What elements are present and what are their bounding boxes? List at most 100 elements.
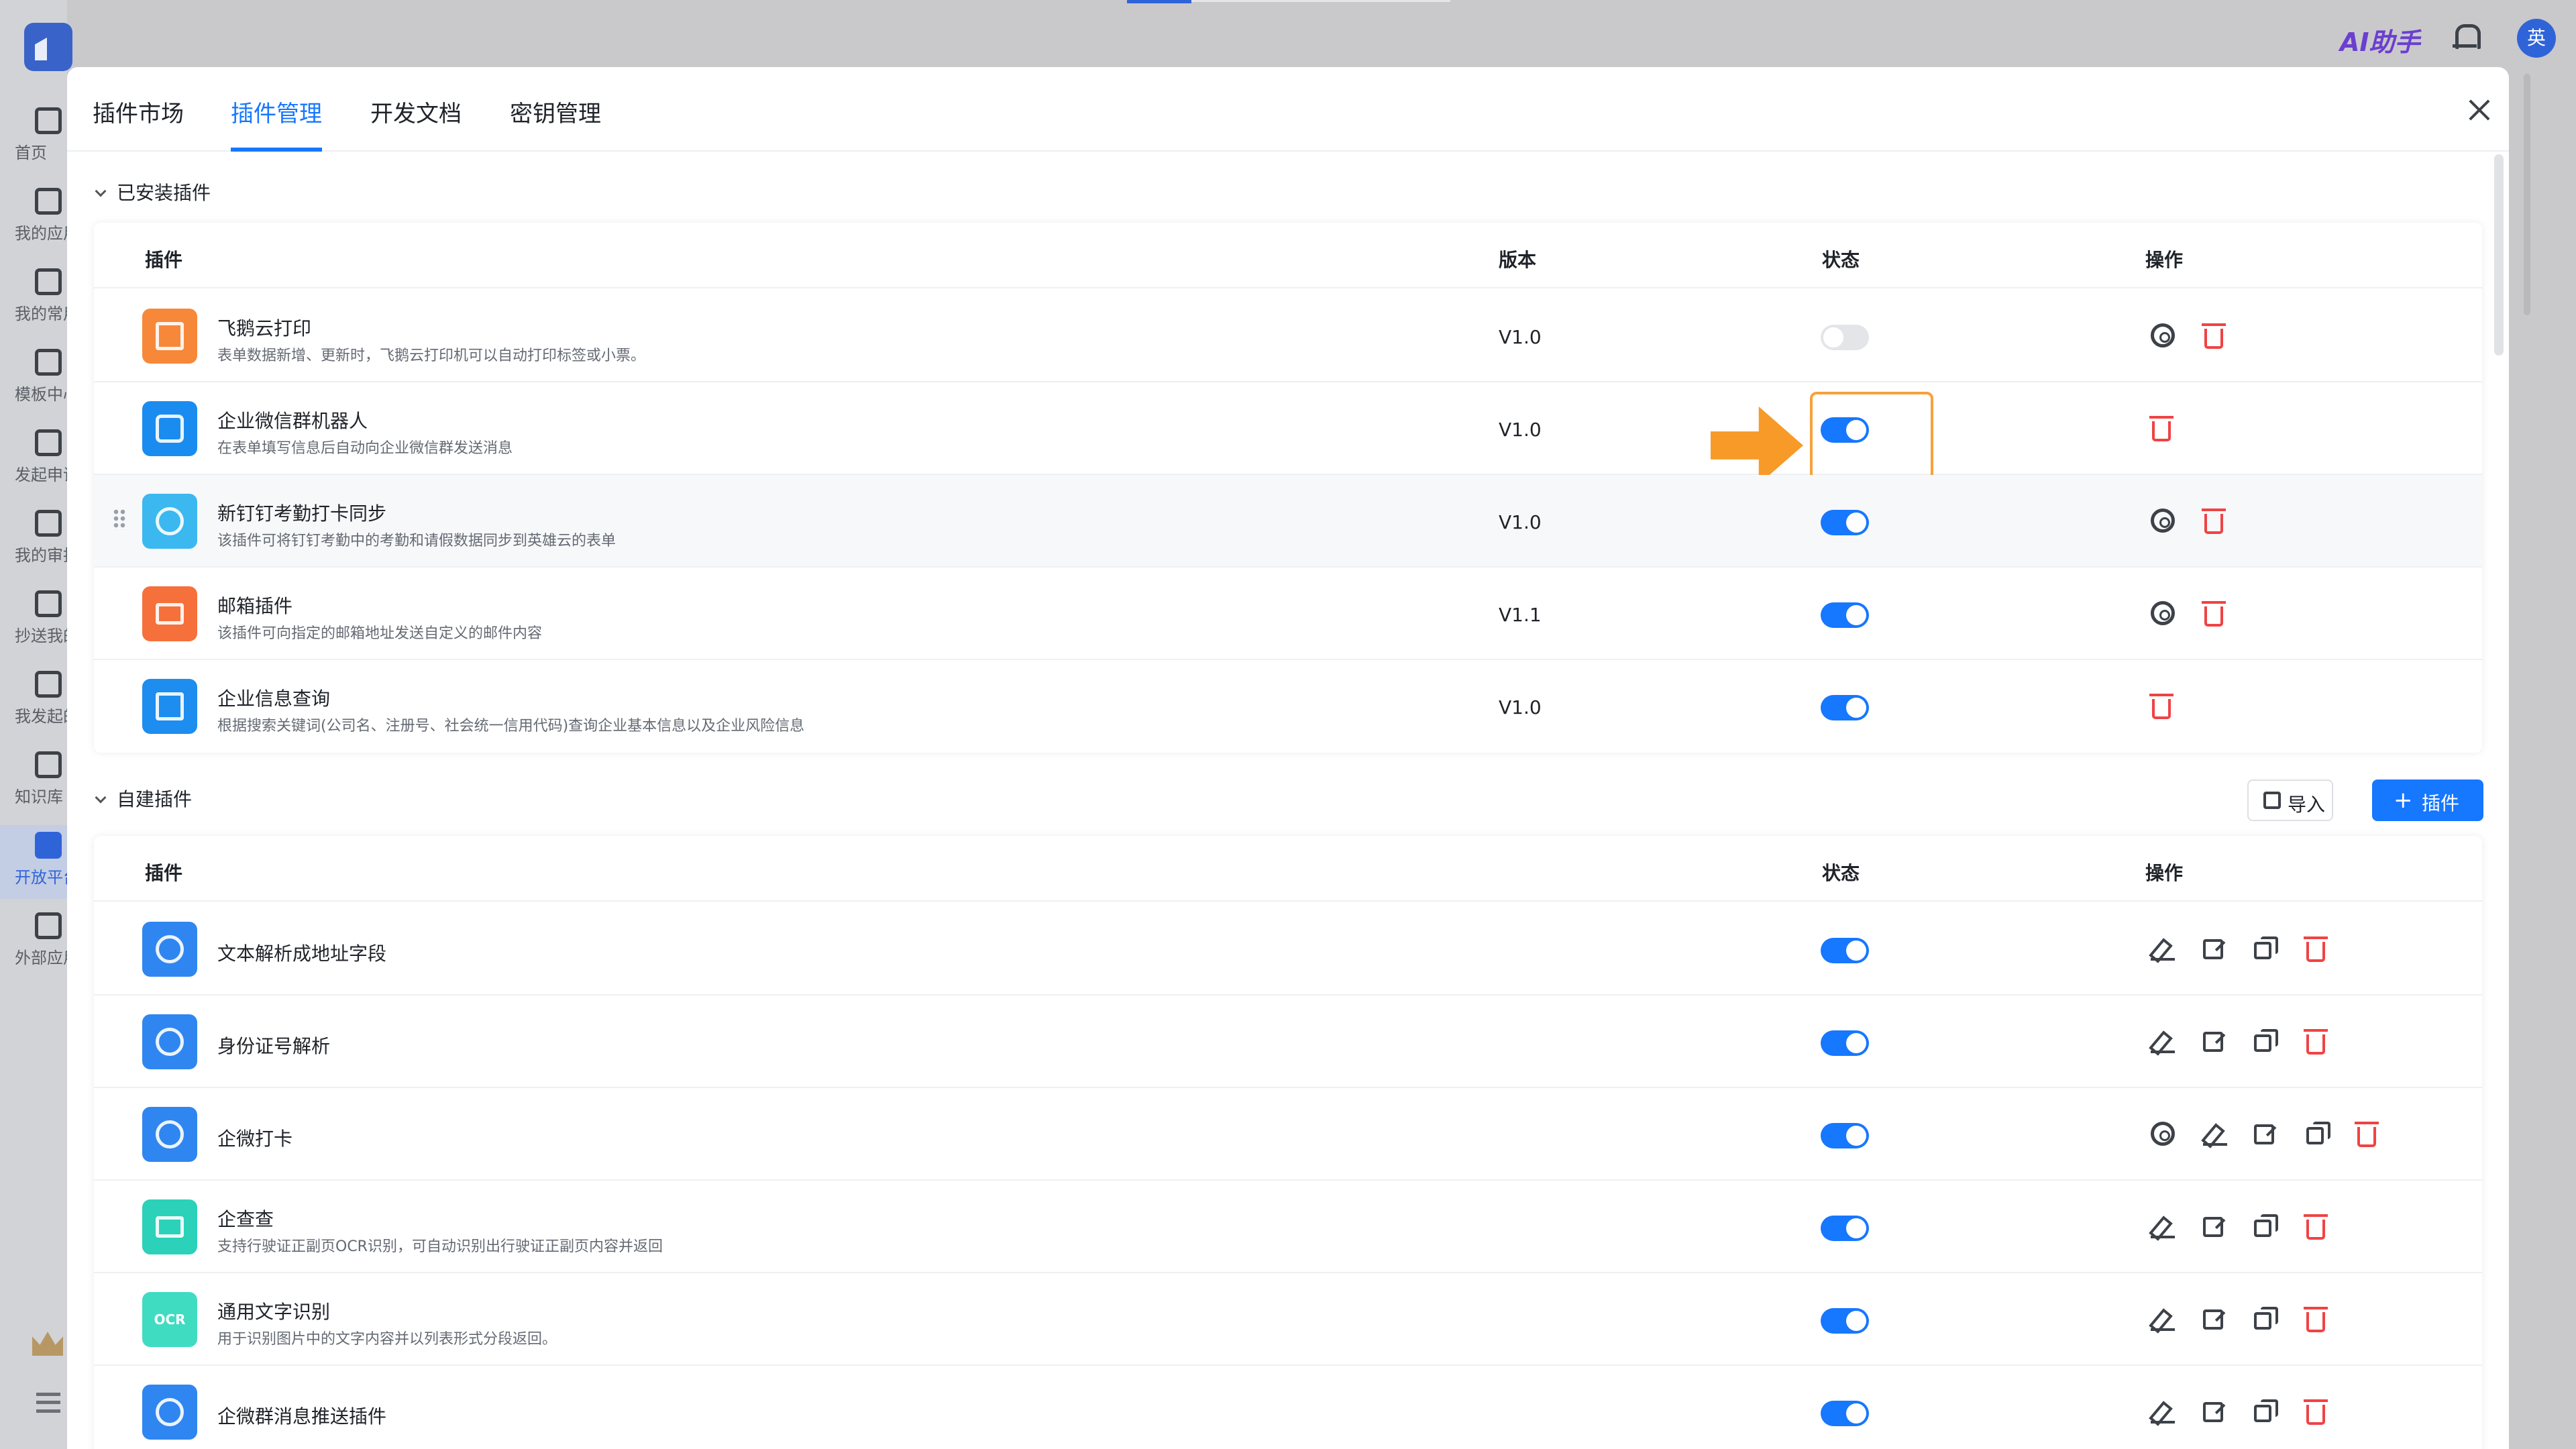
installed-section-toggle[interactable]: 已安装插件 — [95, 178, 211, 205]
status-toggle[interactable] — [1821, 695, 1869, 720]
plus-icon: + — [2394, 787, 2413, 814]
table-row[interactable]: 企查查 支持行驶证正副页OCR识别，可自动识别出行驶证正副页内容并返回 — [94, 1181, 2482, 1273]
settings-gear-icon[interactable] — [2151, 601, 2175, 625]
delete-trash-icon[interactable] — [2304, 1214, 2328, 1240]
sidebar-item-initiated[interactable]: 我发起的 — [0, 664, 67, 738]
copy-icon[interactable] — [2254, 1307, 2278, 1330]
plugin-modal: 插件市场 插件管理 开发文档 密钥管理 已安装插件 插件 版本 状态 操作 飞鹅… — [67, 67, 2509, 1449]
delete-trash-icon[interactable] — [2304, 1029, 2328, 1055]
delete-trash-icon[interactable] — [2304, 1399, 2328, 1425]
delete-trash-icon[interactable] — [2355, 1122, 2379, 1147]
delete-trash-icon[interactable] — [2304, 1307, 2328, 1332]
edit-icon[interactable] — [2151, 1307, 2175, 1331]
left-sidebar: 首页 我的应用 我的常用 模板中心 发起申请 我的审批 抄送我的 我发起的 知识… — [0, 0, 72, 1449]
edit-icon[interactable] — [2203, 1122, 2227, 1146]
external-link-icon[interactable] — [2203, 1309, 2223, 1330]
sidebar-item-home[interactable]: 首页 — [0, 101, 67, 174]
edit-icon[interactable] — [2151, 1399, 2175, 1424]
delete-trash-icon[interactable] — [2149, 694, 2174, 719]
printer-icon — [142, 309, 197, 364]
copy-icon[interactable] — [2306, 1122, 2330, 1144]
table-row[interactable]: 企微打卡 — [94, 1088, 2482, 1181]
copy-icon[interactable] — [2254, 936, 2278, 959]
sidebar-item-favorites[interactable]: 我的常用 — [0, 262, 67, 335]
delete-trash-icon[interactable] — [2304, 936, 2328, 962]
sidebar-item-open-platform[interactable]: 开放平台 — [0, 825, 67, 899]
collapse-menu-icon[interactable] — [36, 1393, 60, 1413]
settings-gear-icon[interactable] — [2151, 1122, 2175, 1146]
copy-icon[interactable] — [2254, 1399, 2278, 1422]
sidebar-item-my-apps[interactable]: 我的应用 — [0, 181, 67, 255]
status-toggle[interactable] — [1821, 602, 1869, 628]
mail-send-icon — [35, 429, 62, 456]
sidebar-item-label: 我发起的 — [15, 707, 67, 726]
plugin-description: 支持行驶证正副页OCR识别，可自动识别出行驶证正副页内容并返回 — [217, 1238, 663, 1255]
table-row[interactable]: 企微群消息推送插件 — [94, 1366, 2482, 1449]
sidebar-item-templates[interactable]: 模板中心 — [0, 342, 67, 416]
table-row[interactable]: 飞鹅云打印 表单数据新增、更新时，飞鹅云打印机可以自动打印标签或小票。 V1.0 — [94, 290, 2482, 382]
status-toggle[interactable] — [1821, 1030, 1869, 1056]
add-plugin-button[interactable]: + 插件 — [2372, 780, 2483, 821]
table-row[interactable]: 邮箱插件 该插件可向指定的邮箱地址发送自定义的邮件内容 V1.1 — [94, 568, 2482, 660]
drag-handle-icon[interactable] — [113, 508, 126, 530]
delete-trash-icon[interactable] — [2202, 323, 2226, 349]
section-title: 已安装插件 — [117, 182, 211, 204]
copy-icon[interactable] — [2254, 1029, 2278, 1052]
external-link-icon[interactable] — [2203, 1217, 2223, 1237]
table-row[interactable]: 企业微信群机器人 在表单填写信息后自动向企业微信群发送消息 V1.0 — [94, 382, 2482, 484]
close-icon[interactable] — [2466, 97, 2493, 123]
delete-trash-icon[interactable] — [2202, 601, 2226, 627]
status-toggle[interactable] — [1821, 1308, 1869, 1334]
plugin-name: 邮箱插件 — [217, 595, 293, 617]
active-tab-underline — [231, 148, 322, 152]
tab-plugin-management[interactable]: 插件管理 — [231, 95, 322, 128]
external-link-icon[interactable] — [2203, 1402, 2223, 1422]
custom-section-toggle[interactable]: 自建插件 — [95, 785, 192, 812]
plugin-name: 企业信息查询 — [217, 688, 331, 710]
external-link-icon[interactable] — [2254, 1124, 2274, 1144]
approval-stamp-icon — [35, 510, 62, 537]
delete-trash-icon[interactable] — [2202, 508, 2226, 534]
status-toggle[interactable] — [1821, 1401, 1869, 1426]
tab-dev-docs[interactable]: 开发文档 — [370, 95, 462, 128]
orange-arrow-icon — [1711, 407, 1803, 484]
app-logo[interactable] — [24, 23, 72, 71]
sidebar-item-knowledge[interactable]: 知识库 — [0, 745, 67, 818]
home-icon — [35, 107, 62, 134]
status-toggle[interactable] — [1821, 325, 1869, 350]
status-toggle[interactable] — [1821, 510, 1869, 535]
table-row[interactable]: 文本解析成地址字段 — [94, 903, 2482, 996]
status-toggle[interactable] — [1821, 1216, 1869, 1241]
copy-icon[interactable] — [2254, 1214, 2278, 1237]
crown-icon[interactable] — [32, 1332, 63, 1356]
settings-gear-icon[interactable] — [2151, 508, 2175, 533]
table-row[interactable]: 新钉钉考勤打卡同步 该插件可将钉钉考勤中的考勤和请假数据同步到英雄云的表单 V1… — [94, 475, 2482, 568]
modal-scrollbar[interactable] — [2494, 154, 2504, 356]
edit-icon[interactable] — [2151, 1214, 2175, 1238]
external-link-icon[interactable] — [2203, 1032, 2223, 1052]
tab-plugin-market[interactable]: 插件市场 — [93, 95, 184, 128]
avatar[interactable]: 英 — [2517, 19, 2556, 58]
sidebar-item-cc-me[interactable]: 抄送我的 — [0, 584, 67, 657]
sidebar-item-start-request[interactable]: 发起申请 — [0, 423, 67, 496]
settings-gear-icon[interactable] — [2151, 323, 2175, 347]
table-row[interactable]: 企业信息查询 根据搜索关键词(公司名、注册号、社会统一信用代码)查询企业基本信息… — [94, 660, 2482, 753]
external-link-icon[interactable] — [2203, 939, 2223, 959]
sidebar-item-my-approvals[interactable]: 我的审批 — [0, 503, 67, 577]
column-header-status: 状态 — [1822, 862, 1860, 884]
sidebar-item-external-apps[interactable]: 外部应用 — [0, 906, 67, 979]
status-toggle[interactable] — [1821, 417, 1869, 443]
edit-icon[interactable] — [2151, 936, 2175, 961]
table-row[interactable]: OCR 通用文字识别 用于识别图片中的文字内容并以列表形式分段返回。 — [94, 1273, 2482, 1366]
table-row[interactable]: 身份证号解析 — [94, 996, 2482, 1088]
edit-icon[interactable] — [2151, 1029, 2175, 1053]
tab-key-management[interactable]: 密钥管理 — [510, 95, 601, 128]
status-toggle[interactable] — [1821, 938, 1869, 963]
ai-assistant-button[interactable]: AI助手 — [2340, 21, 2420, 58]
bell-icon[interactable] — [2453, 24, 2481, 52]
import-button[interactable]: 导入 — [2247, 780, 2333, 821]
column-header-actions: 操作 — [2145, 862, 2184, 884]
page-scrollbar[interactable] — [2524, 74, 2530, 315]
delete-trash-icon[interactable] — [2149, 416, 2174, 441]
status-toggle[interactable] — [1821, 1123, 1869, 1148]
